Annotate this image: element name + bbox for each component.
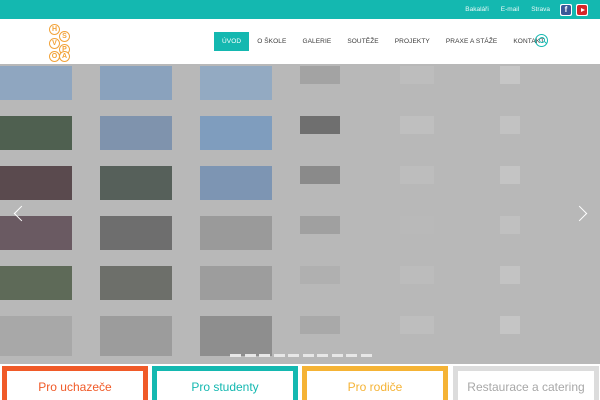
facade-window (400, 266, 434, 284)
facade-window (500, 316, 520, 334)
nav-item-praxe-a-staze[interactable]: PRAXE A STÁŽE (438, 32, 506, 51)
facade-window (500, 66, 520, 84)
logo-letter: Š (59, 31, 70, 42)
facade-window (300, 66, 340, 84)
slider-dot[interactable] (288, 354, 299, 357)
facade-window (500, 266, 520, 284)
card-pro-rodice[interactable]: Pro rodiče (302, 366, 448, 400)
facebook-link[interactable]: f (560, 3, 572, 16)
facade-window (100, 216, 172, 250)
facade-window (100, 66, 172, 100)
slider-dot[interactable] (273, 354, 285, 357)
nav-item-projekty[interactable]: PROJEKTY (387, 32, 438, 51)
hero-slider[interactable] (0, 64, 600, 364)
card-pro-studenty[interactable]: Pro studenty (152, 366, 298, 400)
facade-window (0, 266, 72, 300)
slider-dot[interactable] (259, 354, 270, 357)
nav-item-souteze[interactable]: SOUTĚŽE (339, 32, 386, 51)
card-label: Restaurace a catering (467, 380, 585, 394)
logo-letter: H (49, 24, 60, 35)
top-links: Bakaláři E-mail Strava f (453, 0, 588, 19)
logo-letter: A (59, 51, 70, 62)
nav-item-o-skole[interactable]: O ŠKOLE (249, 32, 294, 51)
facade-window (400, 166, 434, 184)
facade-window (0, 316, 72, 356)
facade-window (300, 116, 340, 134)
facade-window (0, 116, 72, 150)
school-logo[interactable]: H Š V P O A (49, 24, 71, 62)
facade-window (300, 316, 340, 334)
facade-window (200, 166, 272, 200)
card-label: Pro uchazeče (38, 380, 112, 394)
youtube-icon (577, 4, 587, 15)
facade-window (300, 266, 340, 284)
facade-window (200, 116, 272, 150)
top-link-bakalari[interactable]: Bakaláři (465, 6, 488, 13)
facade-window (400, 316, 434, 334)
slider-dot[interactable] (346, 354, 357, 357)
facade-window (500, 166, 520, 184)
facade-window (500, 216, 520, 234)
facebook-icon: f (561, 4, 571, 15)
facade-window (200, 316, 272, 356)
site-header: H Š V P O A ÚVOD O ŠKOLE GALERIE SOUTĚŽE… (0, 19, 600, 64)
chevron-left-icon[interactable] (12, 205, 24, 223)
facade-window (400, 66, 434, 84)
chevron-right-icon[interactable] (576, 205, 588, 223)
facade-window (100, 166, 172, 200)
facade-window (200, 66, 272, 100)
card-restaurace-a-catering[interactable]: Restaurace a catering (453, 366, 599, 400)
facade-window (0, 166, 72, 200)
main-nav: ÚVOD O ŠKOLE GALERIE SOUTĚŽE PROJEKTY PR… (214, 32, 552, 51)
facade-window (100, 266, 172, 300)
slider-dot[interactable] (331, 354, 343, 357)
facade-window (300, 216, 340, 234)
top-link-strava[interactable]: Strava (531, 6, 550, 13)
slider-dot[interactable] (230, 354, 241, 357)
slider-dot[interactable] (360, 354, 372, 357)
top-bar: Bakaláři E-mail Strava f (0, 0, 600, 19)
card-label: Pro rodiče (347, 380, 403, 394)
audience-cards: Pro uchazeče Pro studenty Pro rodiče Res… (0, 366, 600, 400)
facade-window (400, 116, 434, 134)
slider-pagination (230, 354, 375, 357)
slider-dot[interactable] (317, 354, 328, 357)
youtube-link[interactable] (576, 3, 588, 16)
search-icon[interactable] (535, 34, 548, 47)
slider-dot[interactable] (302, 354, 314, 357)
card-pro-uchazece[interactable]: Pro uchazeče (2, 366, 148, 400)
facade-window (300, 166, 340, 184)
facade-window (200, 266, 272, 300)
nav-item-uvod[interactable]: ÚVOD (214, 32, 250, 51)
top-link-email[interactable]: E-mail (501, 6, 519, 13)
card-label: Pro studenty (191, 380, 259, 394)
facade-window (400, 216, 434, 234)
nav-item-galerie[interactable]: GALERIE (294, 32, 339, 51)
facade-window (500, 116, 520, 134)
facade-window (100, 316, 172, 356)
slider-dot[interactable] (244, 354, 256, 357)
facade-window (0, 216, 72, 250)
facade-window (200, 216, 272, 250)
facade-window (100, 116, 172, 150)
facade-window (0, 66, 72, 100)
